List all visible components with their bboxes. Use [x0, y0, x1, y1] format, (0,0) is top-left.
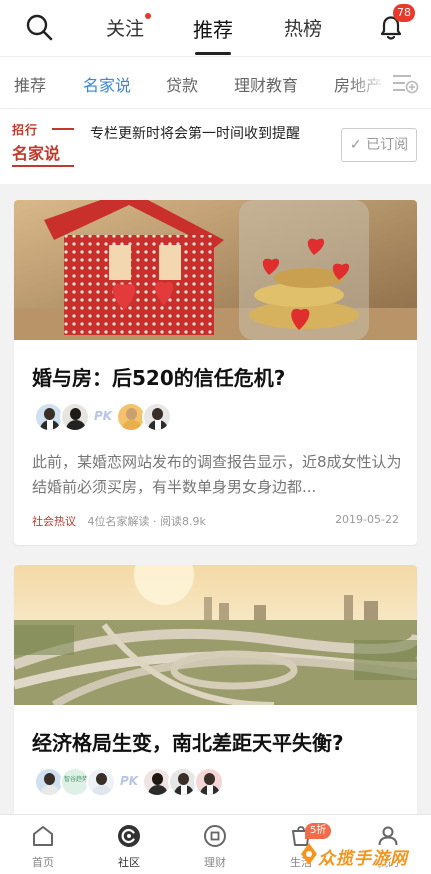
nav-finance-label: 理财 [204, 856, 226, 869]
article-card[interactable]: 婚与房：后520的信任危机? PK 此前，某婚恋网站发布的调查报告显示，近8成女… [14, 200, 417, 545]
brand-avatar-text: 智谷趋势 [64, 776, 89, 783]
site-watermark: 众揽手游网 [300, 838, 428, 870]
tabs-fade [347, 57, 387, 108]
logo-underline [12, 165, 74, 167]
article-title: 婚与房：后520的信任危机? [32, 366, 286, 390]
tab-follow[interactable]: 关注 [106, 13, 152, 41]
tab-hot[interactable]: 热榜 [284, 14, 322, 41]
article-meta: 社会热议 4位名家解读 · 阅读8.9k [32, 513, 206, 529]
subscribed-button[interactable]: ✓ 已订阅 [341, 128, 417, 162]
watermark-logo-icon [301, 843, 317, 865]
article-date: 2019-05-22 [335, 513, 399, 526]
subtab-recommend[interactable]: 推荐 [14, 72, 46, 96]
category-tabs: 推荐 名家说 贷款 理财教育 房地产 [0, 56, 431, 108]
column-description: 专栏更新时将会第一时间收到提醒 [90, 126, 300, 142]
subtab-loan[interactable]: 贷款 [166, 72, 198, 96]
article-summary: 此前，某婚恋网站发布的调查报告显示，近8成女性认为结婚前必须买房，有半数单身男女… [32, 453, 402, 496]
active-tab-indicator [195, 52, 231, 55]
nav-finance[interactable]: 理财 [172, 815, 258, 874]
tab-recommend[interactable]: 推荐 [193, 14, 233, 55]
article-stats: 4位名家解读 · 阅读8.9k [87, 515, 206, 528]
tab-hot-label: 热榜 [284, 18, 323, 40]
article-cover-image [14, 200, 417, 340]
nav-community[interactable]: 社区 [86, 815, 172, 874]
avatar [194, 767, 224, 797]
article-card[interactable]: 经济格局生变，南北差距天平失衡? 智谷趋势 PK [14, 565, 417, 825]
article-cover-image [14, 565, 417, 705]
nav-home-label: 首页 [32, 856, 54, 869]
avatar [142, 402, 172, 432]
tab-recommend-label: 推荐 [193, 18, 233, 42]
notification-badge: 78 [393, 4, 415, 22]
avatar [60, 402, 90, 432]
column-banner: 招行 名家说 专栏更新时将会第一时间收到提醒 ✓ 已订阅 [0, 108, 431, 184]
article-tag[interactable]: 社会热议 [32, 515, 76, 528]
logo-divider [52, 128, 74, 130]
community-icon [118, 825, 140, 847]
nav-home[interactable]: 首页 [0, 815, 86, 874]
tab-menu-icon[interactable] [391, 71, 419, 95]
discount-badge: 5折 [305, 823, 332, 839]
tab-follow-label: 关注 [106, 18, 145, 40]
logo-line2: 名家说 [12, 144, 61, 163]
watermark-text: 众揽手游网 [318, 849, 408, 869]
pk-label: PK [120, 774, 139, 788]
avatar [86, 767, 116, 797]
nav-community-label: 社区 [118, 856, 140, 869]
column-logo: 招行 名家说 [12, 121, 74, 169]
top-bar: 关注 推荐 热榜 78 [0, 0, 431, 56]
new-dot [145, 13, 152, 19]
pk-label: PK [94, 409, 113, 423]
article-title: 经济格局生变，南北差距天平失衡? [32, 731, 344, 755]
subtab-finance-edu[interactable]: 理财教育 [234, 72, 298, 96]
home-icon [33, 826, 53, 846]
subtab-famous[interactable]: 名家说 [83, 72, 131, 96]
search-icon[interactable] [24, 12, 54, 42]
finance-icon [204, 825, 226, 847]
